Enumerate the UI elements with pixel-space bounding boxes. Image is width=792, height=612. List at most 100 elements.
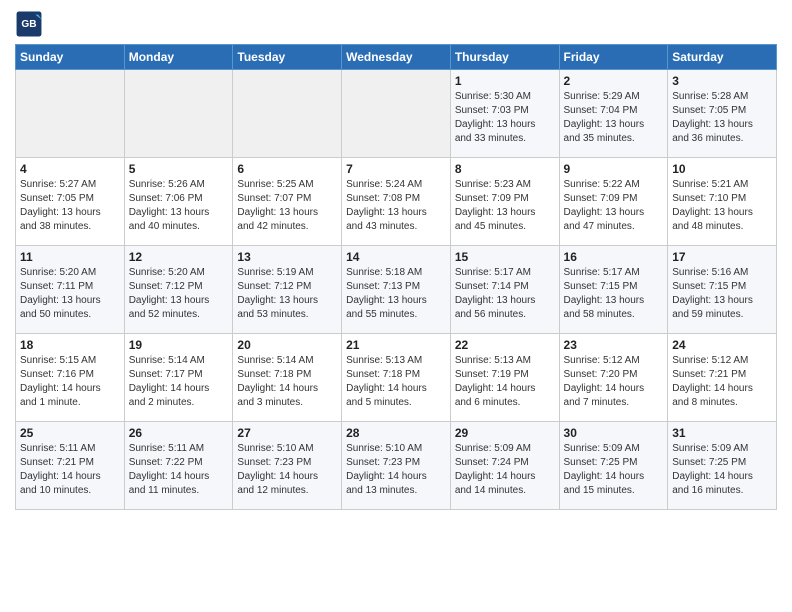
- column-header-thursday: Thursday: [450, 45, 559, 70]
- day-number: 21: [346, 338, 446, 352]
- day-cell: 21Sunrise: 5:13 AM Sunset: 7:18 PM Dayli…: [342, 334, 451, 422]
- day-number: 28: [346, 426, 446, 440]
- day-info: Sunrise: 5:17 AM Sunset: 7:14 PM Dayligh…: [455, 266, 555, 322]
- header-row: SundayMondayTuesdayWednesdayThursdayFrid…: [16, 45, 777, 70]
- week-row-3: 11 Sunrise: 5:20 AM Sunset: 7:11 PM Dayli…: [16, 246, 777, 334]
- column-header-monday: Monday: [124, 45, 233, 70]
- day-info: Sunrise: 5:22 AM Sunset: 7:09 PM Dayligh…: [564, 178, 664, 234]
- day-cell: 19Sunrise: 5:14 AM Sunset: 7:17 PM Dayli…: [124, 334, 233, 422]
- week-row-1: 1 Sunrise: 5:30 AM Sunset: 7:03 PM Daylig…: [16, 70, 777, 158]
- day-cell: [124, 70, 233, 158]
- day-cell: 23Sunrise: 5:12 AM Sunset: 7:20 PM Dayli…: [559, 334, 668, 422]
- day-number: 30: [564, 426, 664, 440]
- day-number: 20: [237, 338, 337, 352]
- day-number: 12: [129, 250, 229, 264]
- day-info: Sunrise: 5:11 AM Sunset: 7:22 PM Dayligh…: [129, 442, 229, 498]
- day-cell: 15 Sunrise: 5:17 AM Sunset: 7:14 PM Dayli…: [450, 246, 559, 334]
- day-number: 22: [455, 338, 555, 352]
- day-info: Sunrise: 5:14 AM Sunset: 7:18 PM Dayligh…: [237, 354, 337, 410]
- day-cell: [342, 70, 451, 158]
- day-info: Sunrise: 5:23 AM Sunset: 7:09 PM Dayligh…: [455, 178, 555, 234]
- day-cell: [233, 70, 342, 158]
- day-cell: 26 Sunrise: 5:11 AM Sunset: 7:22 PM Dayli…: [124, 422, 233, 510]
- day-info: Sunrise: 5:10 AM Sunset: 7:23 PM Dayligh…: [237, 442, 337, 498]
- day-number: 23: [564, 338, 664, 352]
- day-info: Sunrise: 5:29 AM Sunset: 7:04 PM Dayligh…: [564, 90, 664, 146]
- day-info: Sunrise: 5:09 AM Sunset: 7:25 PM Dayligh…: [672, 442, 772, 498]
- day-cell: 28Sunrise: 5:10 AM Sunset: 7:23 PM Dayli…: [342, 422, 451, 510]
- day-info: Sunrise: 5:14 AM Sunset: 7:17 PM Dayligh…: [129, 354, 229, 410]
- day-number: 3: [672, 74, 772, 88]
- day-cell: 29 Sunrise: 5:09 AM Sunset: 7:24 PM Dayli…: [450, 422, 559, 510]
- day-info: Sunrise: 5:20 AM Sunset: 7:12 PM Dayligh…: [129, 266, 229, 322]
- calendar-header: SundayMondayTuesdayWednesdayThursdayFrid…: [16, 45, 777, 70]
- day-number: 24: [672, 338, 772, 352]
- day-number: 31: [672, 426, 772, 440]
- day-cell: 14 Sunrise: 5:18 AM Sunset: 7:13 PM Dayli…: [342, 246, 451, 334]
- day-info: Sunrise: 5:18 AM Sunset: 7:13 PM Dayligh…: [346, 266, 446, 322]
- day-number: 17: [672, 250, 772, 264]
- day-number: 2: [564, 74, 664, 88]
- day-number: 5: [129, 162, 229, 176]
- day-number: 15: [455, 250, 555, 264]
- day-info: Sunrise: 5:09 AM Sunset: 7:25 PM Dayligh…: [564, 442, 664, 498]
- day-cell: 27 Sunrise: 5:10 AM Sunset: 7:23 PM Dayli…: [233, 422, 342, 510]
- day-number: 8: [455, 162, 555, 176]
- column-header-tuesday: Tuesday: [233, 45, 342, 70]
- day-cell: 6 Sunrise: 5:25 AM Sunset: 7:07 PM Daylig…: [233, 158, 342, 246]
- day-number: 10: [672, 162, 772, 176]
- day-info: Sunrise: 5:13 AM Sunset: 7:19 PM Dayligh…: [455, 354, 555, 410]
- day-info: Sunrise: 5:16 AM Sunset: 7:15 PM Dayligh…: [672, 266, 772, 322]
- day-info: Sunrise: 5:24 AM Sunset: 7:08 PM Dayligh…: [346, 178, 446, 234]
- column-header-friday: Friday: [559, 45, 668, 70]
- day-info: Sunrise: 5:11 AM Sunset: 7:21 PM Dayligh…: [20, 442, 120, 498]
- day-cell: 9Sunrise: 5:22 AM Sunset: 7:09 PM Daylig…: [559, 158, 668, 246]
- day-cell: 17 Sunrise: 5:16 AM Sunset: 7:15 PM Dayli…: [668, 246, 777, 334]
- day-cell: 12 Sunrise: 5:20 AM Sunset: 7:12 PM Dayli…: [124, 246, 233, 334]
- day-cell: 13Sunrise: 5:19 AM Sunset: 7:12 PM Dayli…: [233, 246, 342, 334]
- svg-text:GB: GB: [21, 19, 36, 30]
- day-cell: 2 Sunrise: 5:29 AM Sunset: 7:04 PM Daylig…: [559, 70, 668, 158]
- day-number: 1: [455, 74, 555, 88]
- day-cell: 25Sunrise: 5:11 AM Sunset: 7:21 PM Dayli…: [16, 422, 125, 510]
- day-cell: 24 Sunrise: 5:12 AM Sunset: 7:21 PM Dayli…: [668, 334, 777, 422]
- day-number: 11: [20, 250, 120, 264]
- day-info: Sunrise: 5:27 AM Sunset: 7:05 PM Dayligh…: [20, 178, 120, 234]
- calendar-body: 1 Sunrise: 5:30 AM Sunset: 7:03 PM Daylig…: [16, 70, 777, 510]
- day-cell: 10 Sunrise: 5:21 AM Sunset: 7:10 PM Dayli…: [668, 158, 777, 246]
- day-cell: 31 Sunrise: 5:09 AM Sunset: 7:25 PM Dayli…: [668, 422, 777, 510]
- day-cell: 22 Sunrise: 5:13 AM Sunset: 7:19 PM Dayli…: [450, 334, 559, 422]
- day-info: Sunrise: 5:30 AM Sunset: 7:03 PM Dayligh…: [455, 90, 555, 146]
- day-number: 18: [20, 338, 120, 352]
- week-row-4: 18 Sunrise: 5:15 AM Sunset: 7:16 PM Dayli…: [16, 334, 777, 422]
- day-number: 14: [346, 250, 446, 264]
- day-number: 26: [129, 426, 229, 440]
- day-info: Sunrise: 5:21 AM Sunset: 7:10 PM Dayligh…: [672, 178, 772, 234]
- day-number: 4: [20, 162, 120, 176]
- day-info: Sunrise: 5:12 AM Sunset: 7:21 PM Dayligh…: [672, 354, 772, 410]
- day-number: 16: [564, 250, 664, 264]
- day-number: 6: [237, 162, 337, 176]
- day-info: Sunrise: 5:09 AM Sunset: 7:24 PM Dayligh…: [455, 442, 555, 498]
- day-cell: 18 Sunrise: 5:15 AM Sunset: 7:16 PM Dayli…: [16, 334, 125, 422]
- day-cell: 3 Sunrise: 5:28 AM Sunset: 7:05 PM Daylig…: [668, 70, 777, 158]
- column-header-sunday: Sunday: [16, 45, 125, 70]
- day-cell: 4 Sunrise: 5:27 AM Sunset: 7:05 PM Daylig…: [16, 158, 125, 246]
- day-number: 27: [237, 426, 337, 440]
- calendar-table: SundayMondayTuesdayWednesdayThursdayFrid…: [15, 44, 777, 510]
- day-cell: 11 Sunrise: 5:20 AM Sunset: 7:11 PM Dayli…: [16, 246, 125, 334]
- day-number: 13: [237, 250, 337, 264]
- day-info: Sunrise: 5:26 AM Sunset: 7:06 PM Dayligh…: [129, 178, 229, 234]
- week-row-5: 25Sunrise: 5:11 AM Sunset: 7:21 PM Dayli…: [16, 422, 777, 510]
- column-header-wednesday: Wednesday: [342, 45, 451, 70]
- day-cell: 20 Sunrise: 5:14 AM Sunset: 7:18 PM Dayli…: [233, 334, 342, 422]
- day-cell: [16, 70, 125, 158]
- day-info: Sunrise: 5:17 AM Sunset: 7:15 PM Dayligh…: [564, 266, 664, 322]
- column-header-saturday: Saturday: [668, 45, 777, 70]
- day-info: Sunrise: 5:28 AM Sunset: 7:05 PM Dayligh…: [672, 90, 772, 146]
- day-cell: 7Sunrise: 5:24 AM Sunset: 7:08 PM Daylig…: [342, 158, 451, 246]
- day-info: Sunrise: 5:20 AM Sunset: 7:11 PM Dayligh…: [20, 266, 120, 322]
- day-info: Sunrise: 5:15 AM Sunset: 7:16 PM Dayligh…: [20, 354, 120, 410]
- day-info: Sunrise: 5:25 AM Sunset: 7:07 PM Dayligh…: [237, 178, 337, 234]
- day-number: 29: [455, 426, 555, 440]
